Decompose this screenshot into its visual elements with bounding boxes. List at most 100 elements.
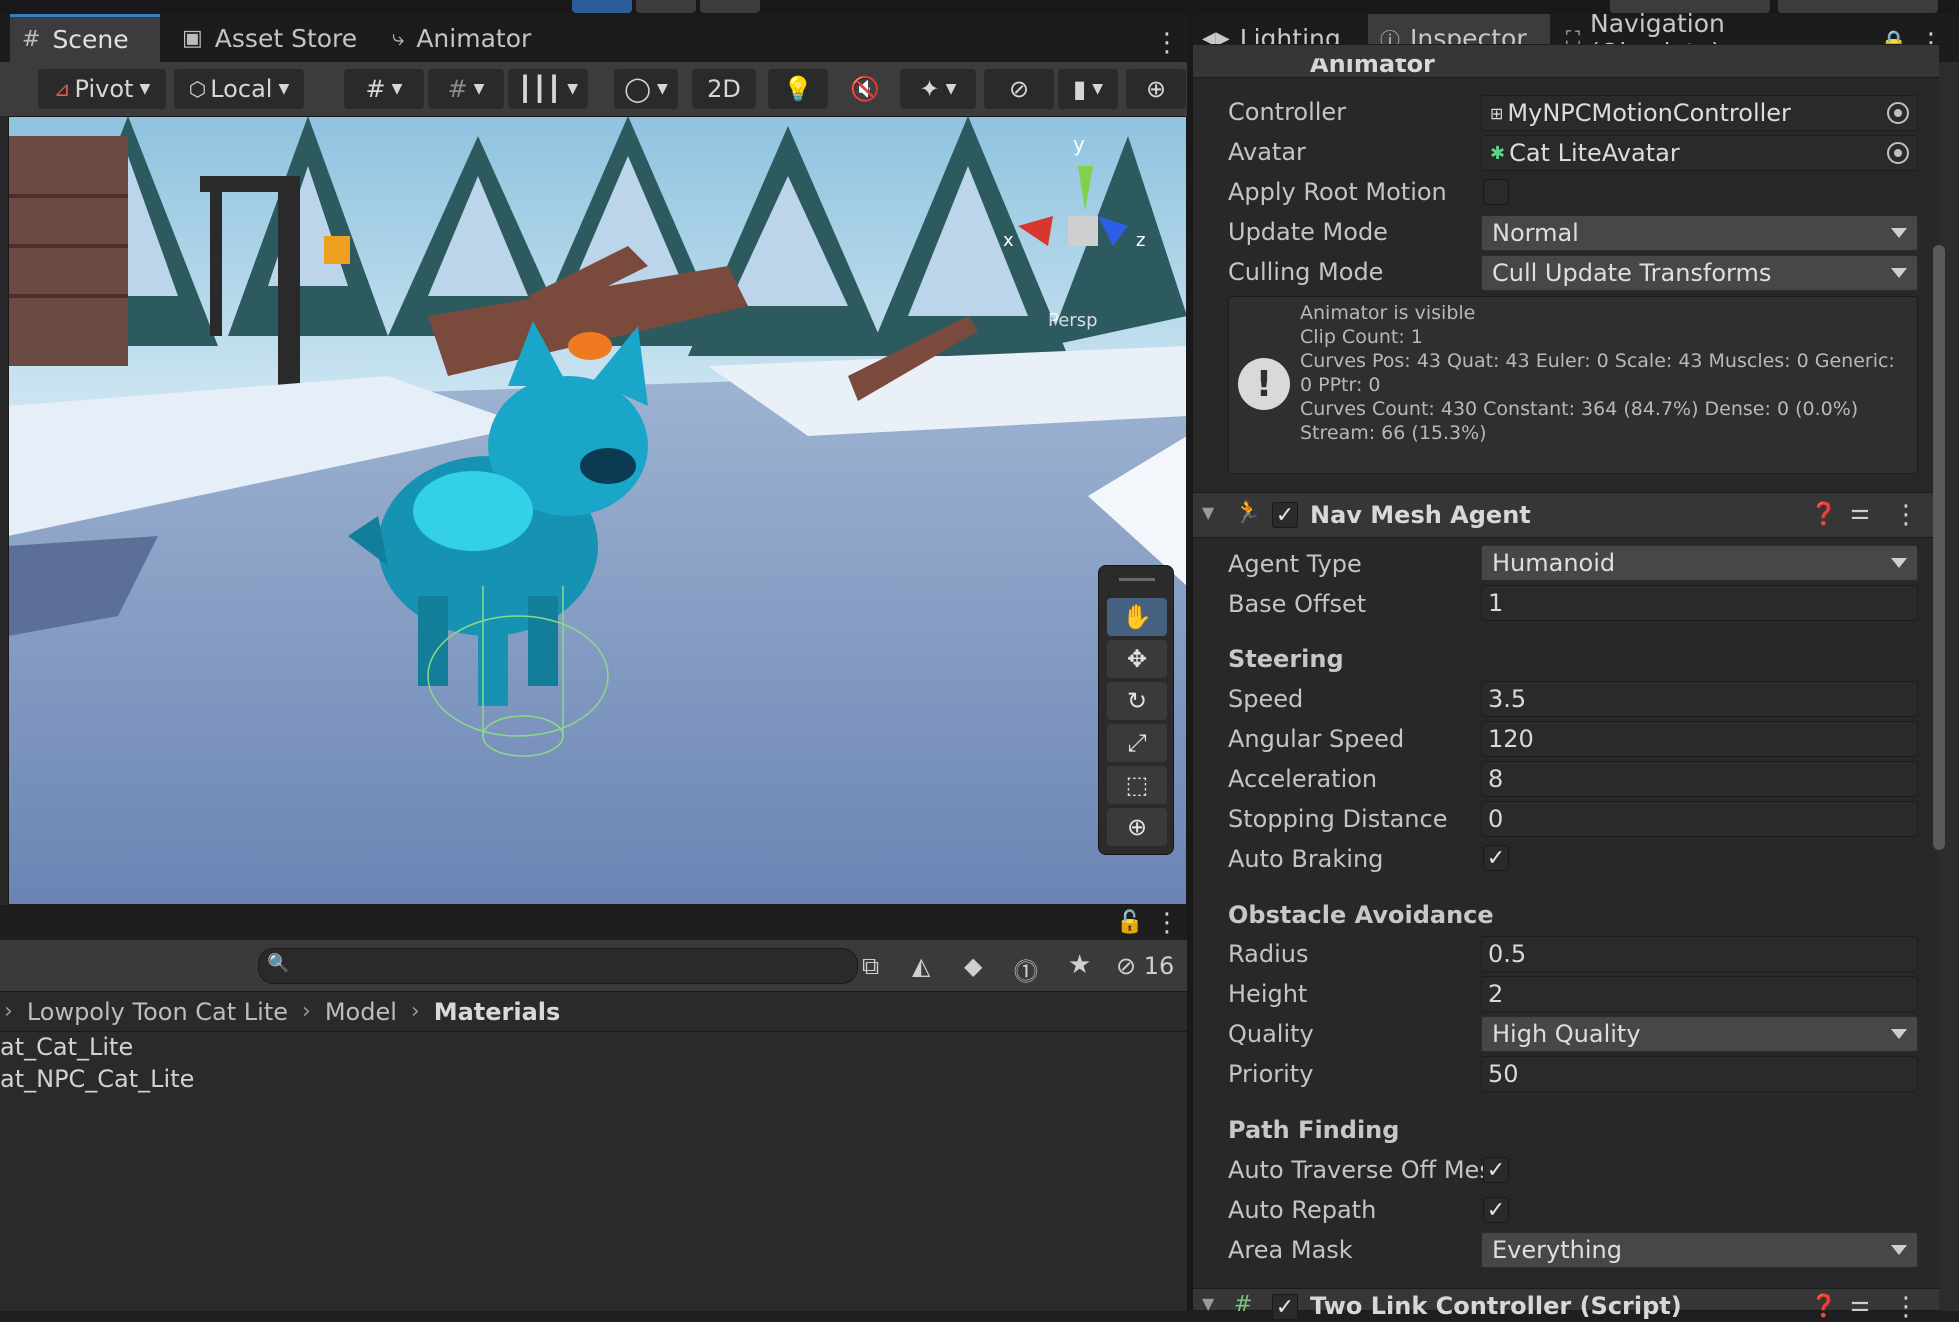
campfire: [568, 332, 612, 360]
grid-snap-button[interactable]: # ▼: [344, 69, 424, 109]
step-button[interactable]: [700, 0, 760, 13]
base-offset-label: Base Offset: [1228, 590, 1367, 618]
grid-visibility-button[interactable]: # ▼: [428, 69, 504, 109]
info-line: Stream: 66 (15.3%): [1300, 422, 1487, 444]
pivot-icon: ⊿: [53, 77, 71, 101]
help-icon[interactable]: ❓: [1810, 1294, 1837, 1319]
priority-field[interactable]: 50: [1481, 1056, 1918, 1092]
breadcrumb-item-current[interactable]: Materials: [434, 998, 561, 1026]
project-search-input[interactable]: 🔍: [258, 948, 858, 984]
nav-mesh-agent-enabled-checkbox[interactable]: ✓: [1272, 502, 1298, 528]
effects-dropdown[interactable]: ✦ ▼: [900, 69, 976, 109]
help-icon[interactable]: ❓: [1810, 502, 1837, 527]
move-tool-button[interactable]: ✥: [1107, 640, 1167, 678]
bag-icon: ▣: [182, 25, 203, 51]
breadcrumb: › Lowpoly Toon Cat Lite › Model › Materi…: [0, 992, 1187, 1032]
hidden-packages-toggle[interactable]: ⊘ 16: [1116, 952, 1174, 980]
pivot-dropdown[interactable]: ⊿ Pivot ▼: [38, 69, 166, 109]
transform-tool-button[interactable]: ⊕: [1107, 808, 1167, 846]
filter-by-label-icon[interactable]: ◆: [964, 952, 982, 980]
scene-menu-icon[interactable]: ⋮: [1154, 30, 1180, 56]
base-offset-field[interactable]: 1: [1481, 585, 1918, 621]
object-picker-icon[interactable]: [1887, 102, 1909, 124]
gizmo-y-label: y: [1073, 132, 1085, 156]
speed-field[interactable]: 3.5: [1481, 681, 1918, 717]
inspector-scroll-thumb[interactable]: [1933, 245, 1945, 850]
tab-asset-store[interactable]: ▣ Asset Store: [170, 14, 360, 62]
increment-snap-button[interactable]: ┃┃┃ ▼: [508, 69, 588, 109]
gizmos-dropdown[interactable]: ⊕: [1126, 69, 1186, 109]
scale-tool-button[interactable]: ⤢: [1107, 724, 1167, 762]
camera-dropdown[interactable]: ▮ ▼: [1058, 69, 1118, 109]
local-dropdown[interactable]: ⬡ Local ▼: [174, 69, 304, 109]
lighting-toggle[interactable]: 💡: [768, 69, 828, 109]
palette-grip[interactable]: [1119, 578, 1155, 581]
toggle-2d-button[interactable]: 2D: [692, 69, 756, 109]
apply-root-motion-checkbox[interactable]: [1483, 179, 1509, 205]
shaded-sphere-icon: ◯: [624, 75, 652, 103]
area-mask-value: Everything: [1492, 1236, 1622, 1264]
rotate-tool-button[interactable]: ↻: [1107, 682, 1167, 720]
height-field[interactable]: 2: [1481, 976, 1918, 1012]
two-link-enabled-checkbox[interactable]: ✓: [1272, 1294, 1298, 1320]
list-item[interactable]: at_NPC_Cat_Lite: [0, 1065, 194, 1093]
presets-icon[interactable]: ⚌: [1850, 500, 1870, 525]
chevron-right-icon: ›: [410, 999, 420, 1024]
culling-mode-dropdown[interactable]: Cull Update Transforms: [1481, 255, 1918, 291]
auto-braking-label: Auto Braking: [1228, 845, 1384, 873]
component-menu-icon[interactable]: ⋮: [1893, 1292, 1919, 1322]
foldout-arrow-icon[interactable]: ▼: [1202, 1294, 1214, 1313]
lock-icon[interactable]: 🔓: [1116, 910, 1143, 935]
angular-speed-field[interactable]: 120: [1481, 721, 1918, 757]
list-item[interactable]: at_Cat_Lite: [0, 1033, 133, 1061]
ruler-icon: ┃┃┃: [517, 75, 562, 103]
grid-icon: #: [22, 27, 41, 52]
avatar-label: Avatar: [1228, 138, 1306, 166]
audio-toggle[interactable]: 🔇: [838, 69, 892, 109]
area-mask-dropdown[interactable]: Everything: [1481, 1232, 1918, 1268]
warnings-icon[interactable]: ⓵: [1014, 952, 1038, 987]
component-menu-icon[interactable]: ⋮: [1893, 500, 1919, 530]
scene-viewport[interactable]: y x z Persp: [8, 116, 1187, 905]
rotate-icon: ↻: [1126, 687, 1148, 715]
hidden-count: 16: [1143, 952, 1175, 980]
play-button[interactable]: [572, 0, 632, 13]
radius-field[interactable]: 0.5: [1481, 936, 1918, 972]
filter-by-type-icon[interactable]: ◭: [912, 952, 930, 980]
object-picker-icon[interactable]: [1887, 142, 1909, 164]
breadcrumb-item[interactable]: Model: [325, 998, 397, 1026]
rect-tool-button[interactable]: ⬚: [1107, 766, 1167, 804]
breadcrumb-item[interactable]: Lowpoly Toon Cat Lite: [27, 998, 288, 1026]
pause-button[interactable]: [636, 0, 696, 13]
tab-animator[interactable]: ⤷ Animator: [380, 14, 550, 62]
create-view-icon[interactable]: ⧉: [862, 952, 879, 980]
controller-field[interactable]: ⊞ MyNPCMotionController: [1481, 95, 1918, 131]
gizmo-x-label: x: [1003, 230, 1014, 251]
warning-icon: !: [1238, 358, 1290, 410]
favorites-icon[interactable]: ★: [1068, 950, 1091, 980]
acceleration-field[interactable]: 8: [1481, 761, 1918, 797]
auto-repath-checkbox[interactable]: ✓: [1483, 1197, 1509, 1223]
project-menu-icon[interactable]: ⋮: [1154, 910, 1180, 936]
animator-header[interactable]: [1193, 44, 1939, 78]
presets-icon[interactable]: ⚌: [1850, 1292, 1870, 1317]
hand-tool-button[interactable]: ✋: [1107, 598, 1167, 636]
controller-label: Controller: [1228, 98, 1347, 126]
auto-braking-checkbox[interactable]: ✓: [1483, 845, 1509, 871]
update-mode-dropdown[interactable]: Normal: [1481, 215, 1918, 251]
stopping-distance-field[interactable]: 0: [1481, 801, 1918, 837]
foldout-arrow-icon[interactable]: ▼: [1202, 503, 1214, 522]
gizmo-z-label: z: [1136, 230, 1145, 251]
agent-type-dropdown[interactable]: Humanoid: [1481, 545, 1918, 581]
tab-scene[interactable]: # Scene: [10, 14, 160, 62]
acceleration-label: Acceleration: [1228, 765, 1378, 793]
hidden-objects-toggle[interactable]: ⊘: [984, 69, 1054, 109]
quality-dropdown[interactable]: High Quality: [1481, 1016, 1918, 1052]
gizmos-icon: ⊕: [1145, 75, 1167, 103]
draw-mode-dropdown[interactable]: ◯ ▼: [614, 69, 678, 109]
agent-type-value: Humanoid: [1492, 549, 1616, 577]
priority-label: Priority: [1228, 1060, 1314, 1088]
avatar-field[interactable]: ✱ Cat LiteAvatar: [1481, 135, 1918, 171]
auto-traverse-checkbox[interactable]: ✓: [1483, 1157, 1509, 1183]
info-line: 0 PPtr: 0: [1300, 374, 1381, 396]
